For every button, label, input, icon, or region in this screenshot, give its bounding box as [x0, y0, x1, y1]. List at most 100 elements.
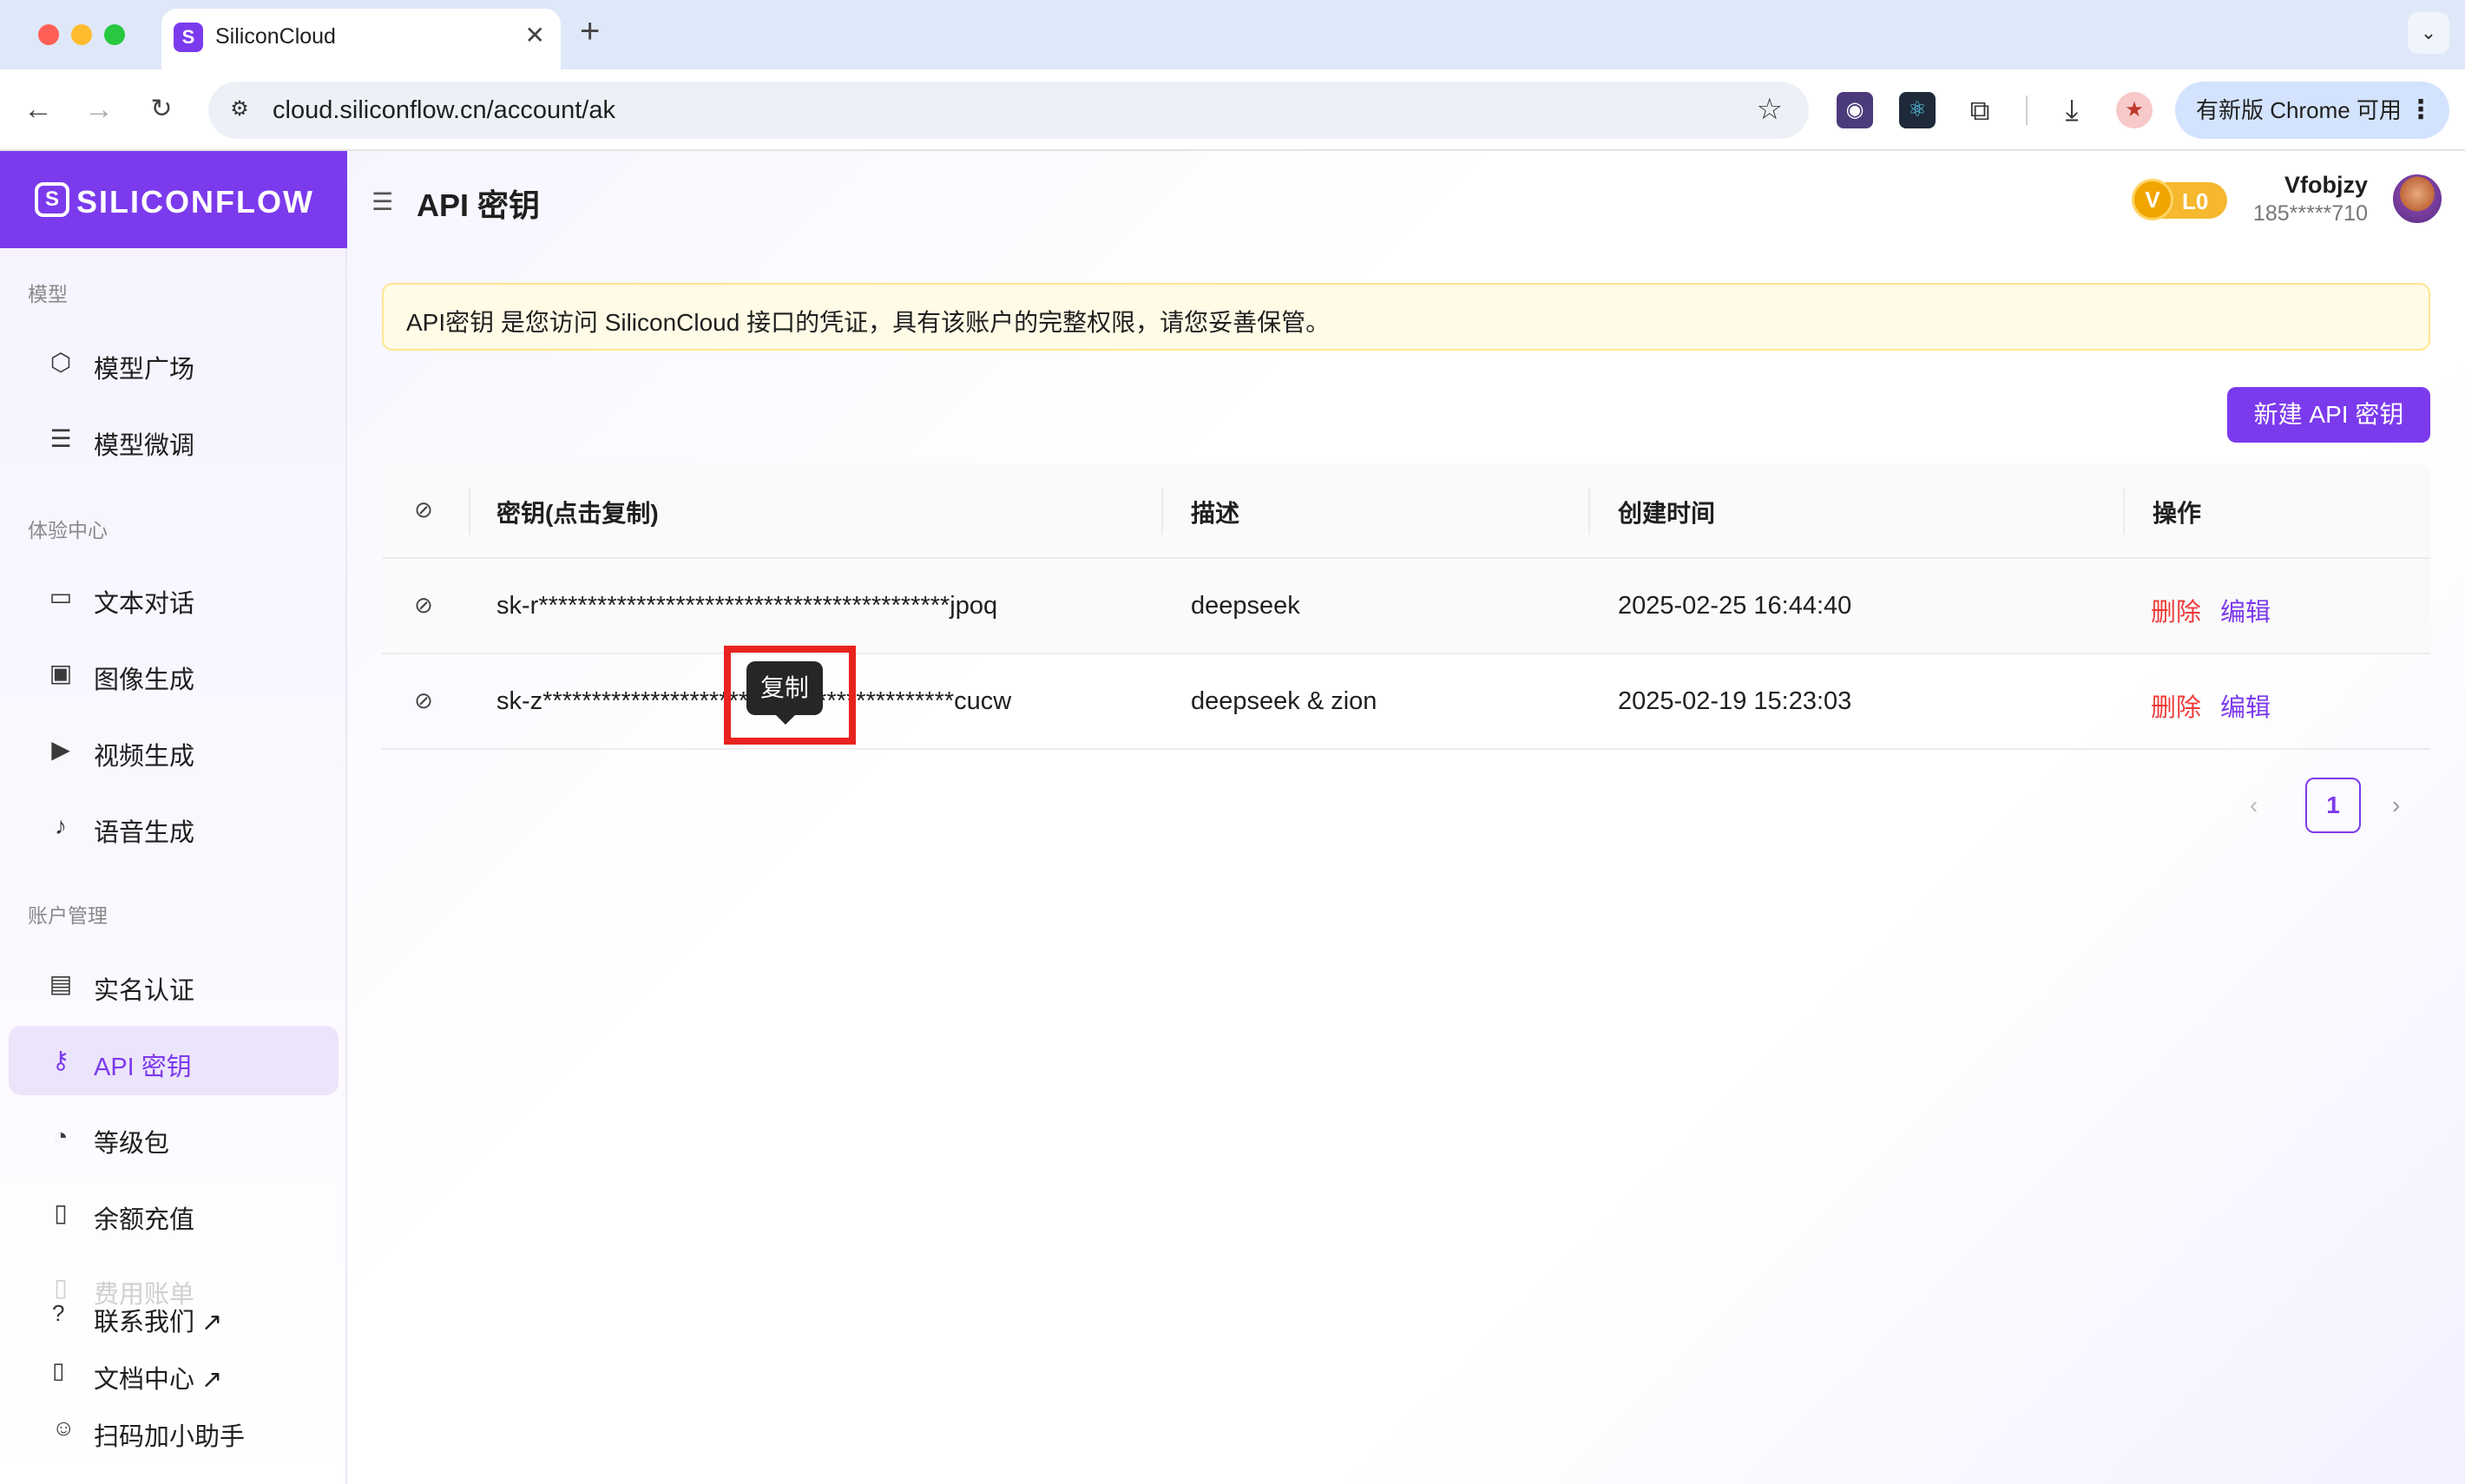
site-settings-icon[interactable]: ⚙	[224, 94, 255, 125]
book-icon: ▯	[52, 1357, 65, 1383]
sidebar-item-text-chat[interactable]: ▭ 文本对话	[9, 562, 339, 632]
download-icon[interactable]: ⤓	[2054, 92, 2090, 128]
mic-icon: ♪	[55, 812, 67, 839]
footer-link-label: 扫码加小助手	[94, 1423, 246, 1451]
pagination-prev-button[interactable]: ‹	[2250, 791, 2258, 819]
page-title: API 密钥	[417, 187, 541, 223]
avatar[interactable]	[2390, 172, 2444, 226]
extension-icon[interactable]: ◉	[1837, 92, 1873, 128]
level-badge[interactable]: V L0	[2132, 179, 2227, 220]
react-devtools-icon[interactable]: ⚛	[1899, 92, 1936, 128]
column-divider	[2123, 488, 2125, 535]
url-text[interactable]: cloud.siliconflow.cn/account/ak	[273, 96, 615, 125]
footer-link-label: 文档中心 ↗	[94, 1366, 223, 1394]
gauge-icon: ◔	[53, 1123, 69, 1150]
toggle-visibility-all-icon[interactable]: ⊘	[406, 496, 441, 523]
sidebar-item-verification[interactable]: ▤ 实名认证	[9, 949, 339, 1019]
sidebar-item-level-pack[interactable]: ◔ 等级包	[9, 1102, 339, 1172]
reload-icon[interactable]: ↻	[141, 89, 182, 130]
sidebar-item-label: 实名认证	[94, 977, 195, 1005]
create-api-key-button[interactable]: 新建 API 密钥	[2227, 387, 2430, 443]
footer-link-label: 联系我们 ↗	[94, 1309, 223, 1336]
column-header-created: 创建时间	[1618, 500, 1716, 527]
siliconflow-logo-icon: S	[35, 182, 69, 217]
browser-tab[interactable]: S SiliconCloud ✕	[161, 9, 561, 69]
level-label: L0	[2182, 188, 2209, 214]
vip-icon: V	[2132, 179, 2173, 220]
maximize-window-button[interactable]	[104, 24, 125, 45]
sidebar-item-model-square[interactable]: ⬡ 模型广场	[9, 328, 339, 397]
column-divider	[1161, 488, 1163, 535]
column-divider	[1588, 488, 1590, 535]
collapse-menu-icon[interactable]: ☰	[371, 187, 393, 216]
tab-close-icon[interactable]: ✕	[525, 21, 545, 49]
bill-icon: ▯	[54, 1274, 68, 1301]
api-key-value[interactable]: sk-r************************************…	[496, 592, 997, 621]
forward-arrow-icon[interactable]: →	[78, 89, 120, 130]
wallet-icon: ▯	[54, 1199, 68, 1226]
profile-extension-icon[interactable]: ★	[2116, 92, 2153, 128]
sidebar-item-label: API 密钥	[94, 1054, 192, 1081]
column-header-description: 描述	[1191, 500, 1240, 527]
toggle-visibility-icon[interactable]: ⊘	[406, 592, 441, 619]
more-menu-icon[interactable]: ⋮	[2408, 82, 2434, 139]
sliders-icon: ☰	[49, 425, 72, 452]
key-description: deepseek & zion	[1191, 687, 1377, 715]
browser-tab-bar: S SiliconCloud ✕ + ⌄	[0, 0, 2465, 69]
sidebar-item-fine-tune[interactable]: ☰ 模型微调	[9, 404, 339, 474]
notice-banner: API密钥 是您访问 SiliconCloud 接口的凭证，具有该账户的完整权限…	[382, 283, 2430, 351]
cube-icon: ⬡	[49, 349, 72, 376]
tab-search-button[interactable]: ⌄	[2408, 12, 2449, 54]
pagination-next-button[interactable]: ›	[2392, 791, 2400, 819]
logo-text: SILICONFLOW	[76, 184, 314, 220]
sidebar-item-label: 图像生成	[94, 666, 195, 694]
edit-key-button[interactable]: 编辑	[2220, 687, 2271, 724]
key-description: deepseek	[1191, 592, 1300, 620]
table-header: ⊘ 密钥(点击复制) 描述 创建时间 操作	[382, 463, 2430, 559]
sidebar-item-label: 文本对话	[94, 590, 195, 618]
toggle-visibility-icon[interactable]: ⊘	[406, 687, 441, 714]
key-icon: ⚷	[51, 1047, 70, 1074]
column-header-actions: 操作	[2153, 500, 2202, 527]
chrome-update-button[interactable]: 有新版 Chrome 可用 ⋮	[2175, 82, 2449, 139]
image-icon: ▣	[49, 660, 73, 686]
delete-key-button[interactable]: 删除	[2151, 687, 2201, 724]
column-divider	[469, 488, 470, 535]
user-name[interactable]: Vfobjzy	[2284, 172, 2368, 199]
close-window-button[interactable]	[38, 24, 59, 45]
table-row: ⊘ sk-z**********************************…	[382, 654, 2430, 750]
column-header-key: 密钥(点击复制)	[496, 500, 659, 527]
pagination-page-1[interactable]: 1	[2305, 778, 2361, 833]
table-row: ⊘ sk-r**********************************…	[382, 559, 2430, 654]
key-created-time: 2025-02-19 15:23:03	[1618, 687, 1852, 715]
sidebar-item-recharge[interactable]: ▯ 余额充值	[9, 1179, 339, 1248]
browser-toolbar: ← → ↻ ⚙ cloud.siliconflow.cn/account/ak …	[0, 69, 2465, 151]
delete-key-button[interactable]: 删除	[2151, 592, 2201, 628]
chrome-update-label: 有新版 Chrome 可用	[2196, 97, 2402, 123]
users-icon: ☺	[52, 1415, 76, 1441]
copy-tooltip: 复制	[746, 661, 823, 715]
minimize-window-button[interactable]	[71, 24, 92, 45]
extensions-puzzle-icon[interactable]: ⧉	[1962, 92, 1998, 128]
logo-bar[interactable]: S SILICONFLOW	[0, 151, 347, 248]
back-arrow-icon[interactable]: ←	[17, 89, 59, 130]
address-bar[interactable]: ⚙ cloud.siliconflow.cn/account/ak ☆	[208, 82, 1809, 139]
video-icon: ▶	[51, 736, 70, 763]
sidebar-item-label: 等级包	[94, 1130, 170, 1158]
user-phone: 185*****710	[2252, 201, 2368, 226]
new-tab-button[interactable]: +	[580, 12, 600, 51]
sidebar-item-label: 余额充值	[94, 1206, 195, 1234]
sidebar-item-image-gen[interactable]: ▣ 图像生成	[9, 639, 339, 708]
sidebar-item-video-gen[interactable]: ▶ 视频生成	[9, 715, 339, 785]
sidebar-item-label: 模型广场	[94, 356, 195, 384]
section-title-account: 账户管理	[28, 904, 108, 927]
bookmark-star-icon[interactable]: ☆	[1757, 92, 1783, 127]
sidebar-item-label: 视频生成	[94, 743, 195, 771]
sidebar: S SILICONFLOW 模型 ⬡ 模型广场 ☰ 模型微调 体验中心 ▭ 文本…	[0, 151, 347, 1484]
sidebar-item-audio-gen[interactable]: ♪ 语音生成	[9, 791, 339, 861]
section-title-playground: 体验中心	[28, 519, 108, 542]
sidebar-item-label: 语音生成	[94, 819, 195, 847]
sidebar-item-api-keys[interactable]: ⚷ API 密钥	[9, 1026, 339, 1095]
edit-key-button[interactable]: 编辑	[2220, 592, 2271, 628]
siliconflow-favicon-icon: S	[174, 23, 203, 52]
